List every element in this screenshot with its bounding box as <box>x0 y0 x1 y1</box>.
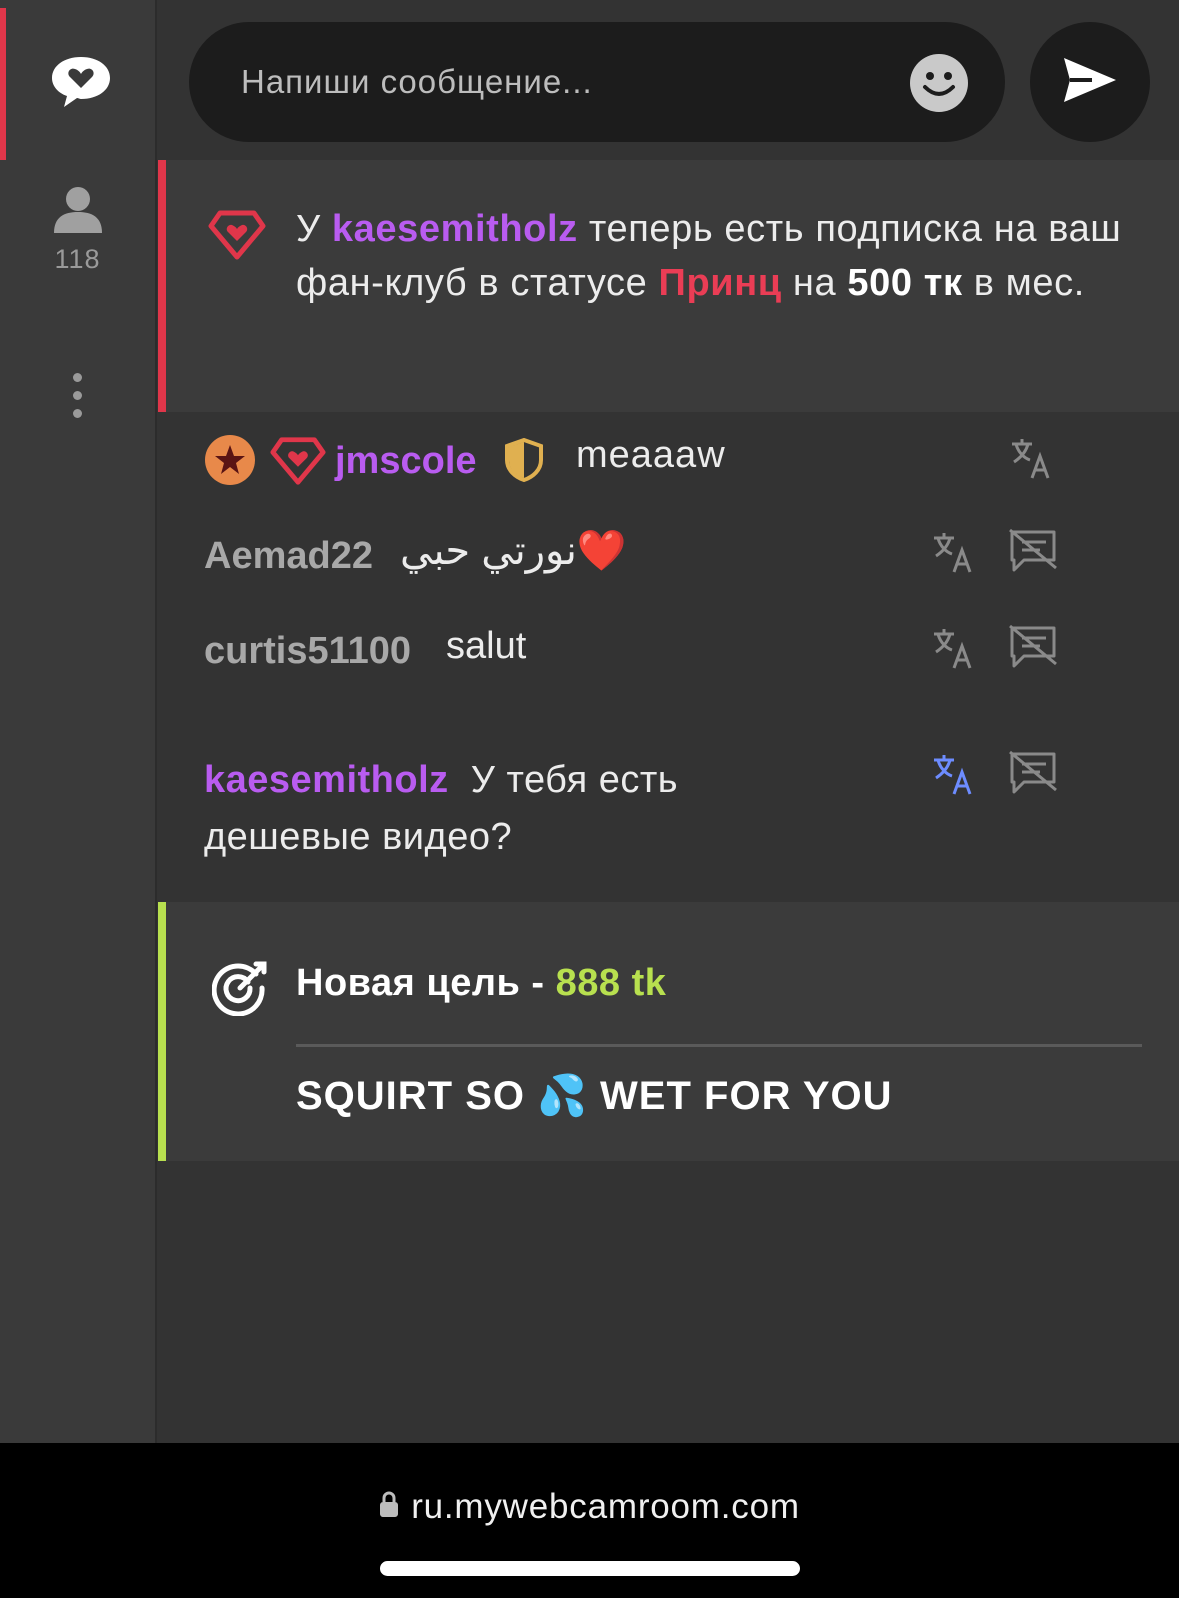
message-username[interactable]: jmscole <box>335 440 477 483</box>
message-composer <box>189 22 1005 142</box>
message-text: meaaaw <box>576 434 726 476</box>
fanclub-amount: 500 тк <box>847 262 963 304</box>
url-text: ru.mywebcamroom.com <box>411 1486 800 1526</box>
goal-title: Новая цель - 888 tk <box>296 962 666 1005</box>
message-username[interactable]: Aemad22 <box>204 535 373 578</box>
notice-username[interactable]: kaesemitholz <box>332 208 578 250</box>
notice-text-part: в мес. <box>962 262 1085 304</box>
translate-icon[interactable] <box>932 530 976 579</box>
smiley-icon[interactable] <box>909 53 969 113</box>
message-text: نورتي حبي❤️ <box>400 529 627 573</box>
url-field[interactable]: ru.mywebcamroom.com <box>0 1485 1179 1527</box>
lock-icon <box>379 1487 399 1527</box>
send-button[interactable] <box>1030 22 1150 142</box>
hide-message-icon[interactable] <box>1008 624 1058 673</box>
message-username[interactable]: curtis51100 <box>204 630 411 673</box>
moderator-shield-icon <box>504 437 544 487</box>
goal-divider <box>296 1044 1142 1047</box>
more-menu-button[interactable] <box>0 365 155 425</box>
viewer-count: 118 <box>54 244 101 274</box>
fanclub-notice-text: У kaesemitholz теперь есть подписка на в… <box>296 202 1146 310</box>
message-input[interactable] <box>241 22 861 142</box>
chat-bubble-heart-icon <box>50 55 112 114</box>
home-indicator[interactable] <box>380 1561 800 1576</box>
dot-icon <box>73 390 82 400</box>
send-arrow-icon <box>1062 56 1118 109</box>
hide-message-icon[interactable] <box>1008 750 1058 799</box>
browser-address-bar: ru.mywebcamroom.com <box>0 1443 1179 1598</box>
translate-icon[interactable] <box>1010 436 1054 485</box>
goal-description: SQUIRT SO 💦 WET FOR YOU <box>296 1074 893 1118</box>
chat-screen: 118 Напиши сообщение... У kaesemitholz т… <box>0 0 1179 1598</box>
notice-text-part: У <box>296 208 332 250</box>
translate-icon[interactable] <box>932 752 976 801</box>
sidebar: 118 <box>0 0 157 1443</box>
goal-notice: Новая цель - 888 tk SQUIRT SO 💦 WET FOR … <box>158 902 1179 1161</box>
star-badge-icon <box>204 434 256 491</box>
goal-title-label: Новая цель - <box>296 962 556 1004</box>
tab-viewers[interactable]: 118 <box>0 185 155 295</box>
hide-message-icon[interactable] <box>1008 528 1058 577</box>
diamond-heart-icon <box>208 210 266 265</box>
translate-icon[interactable] <box>932 626 976 675</box>
target-icon <box>211 960 270 1021</box>
dot-icon <box>73 408 82 418</box>
message-text: salut <box>446 625 527 667</box>
fanclub-subscription-notice: У kaesemitholz теперь есть подписка на в… <box>158 160 1179 412</box>
notice-text-part: на <box>781 262 848 304</box>
diamond-heart-icon <box>270 436 326 491</box>
user-icon <box>52 185 104 238</box>
dot-icon <box>73 372 82 382</box>
message-username[interactable]: kaesemitholz <box>204 759 449 801</box>
message-body: kaesemitholz У тебя есть дешевые видео? <box>204 752 724 866</box>
fanclub-tier: Принц <box>658 262 782 304</box>
goal-amount: 888 tk <box>555 962 667 1004</box>
tab-chat[interactable] <box>0 8 155 160</box>
